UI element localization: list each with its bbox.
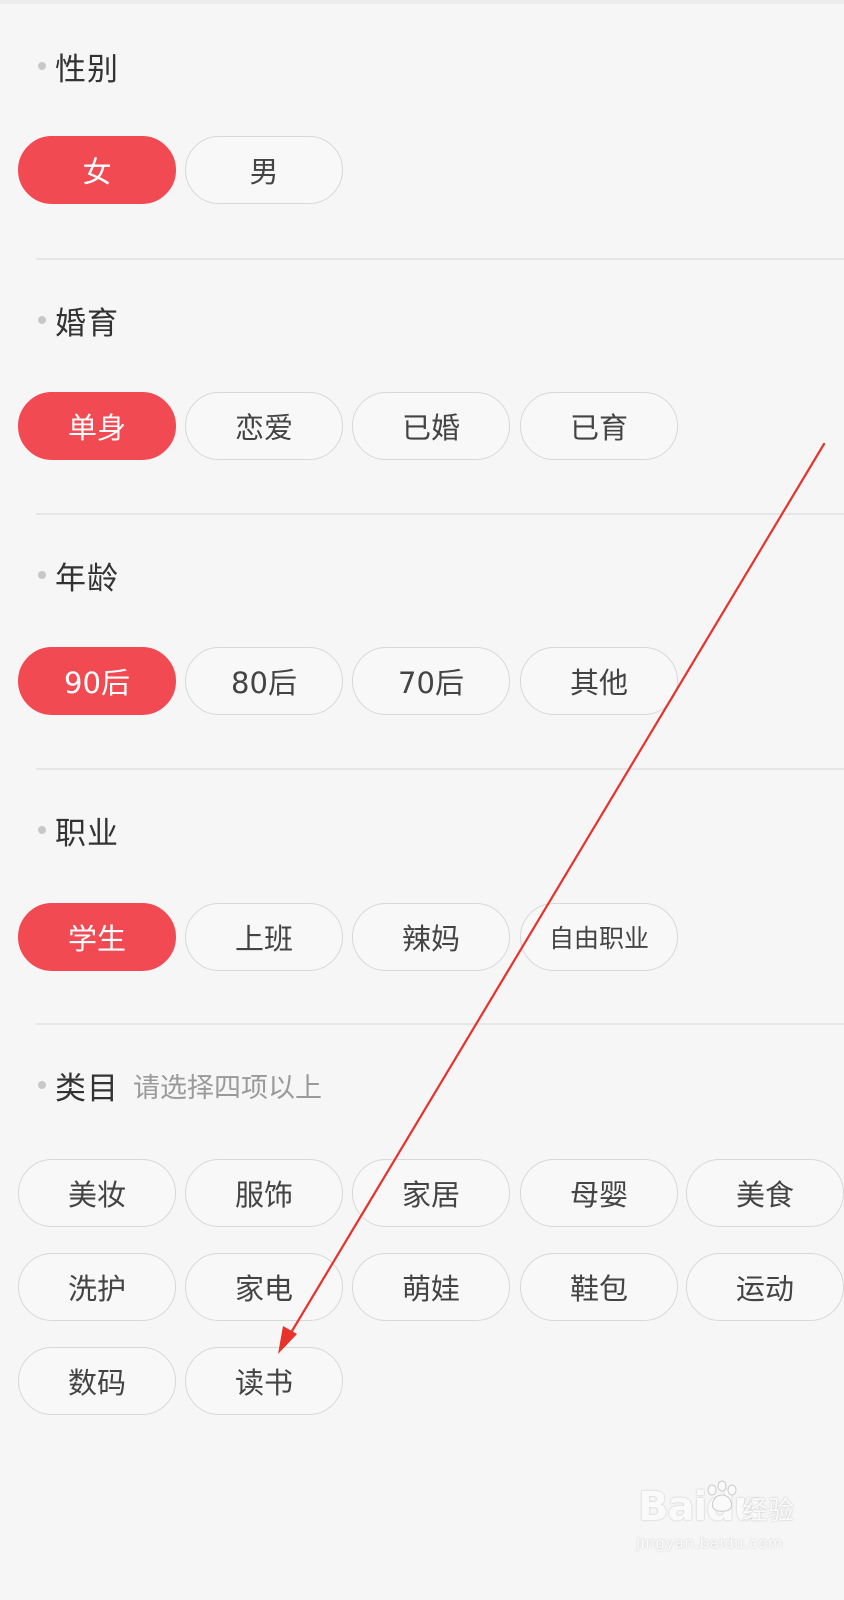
section-title-category: 类目 [55,1070,119,1107]
watermark-cn: 经验 [742,1496,795,1526]
section-title-marital: 婚育 [55,305,119,342]
option-category-shoes-bags[interactable]: 鞋包 [520,1253,678,1321]
option-gender-male[interactable]: 男 [185,136,343,204]
option-category-appliances[interactable]: 家电 [185,1253,343,1321]
watermark-url: jingyan.baidu.com [636,1534,783,1552]
dot-icon [38,1081,46,1089]
section-divider [36,513,844,515]
option-marital-parent[interactable]: 已育 [520,392,678,460]
dot-icon [38,316,46,324]
option-marital-dating[interactable]: 恋爱 [185,392,343,460]
option-category-apparel[interactable]: 服饰 [185,1159,343,1227]
section-heading: 年龄 [38,553,119,597]
option-age-80s[interactable]: 80后 [185,647,343,715]
dot-icon [38,826,46,834]
option-age-70s[interactable]: 70后 [352,647,510,715]
option-age-other[interactable]: 其他 [520,647,678,715]
option-category-baby[interactable]: 母婴 [520,1159,678,1227]
section-title-gender: 性别 [55,51,119,88]
option-category-makeup[interactable]: 美妆 [18,1159,176,1227]
section-heading: 性别 [38,44,119,88]
baidu-watermark: Baidu 经验 jingyan.baidu.com [630,1478,800,1558]
option-category-digital[interactable]: 数码 [18,1347,176,1415]
paw-icon [707,1480,737,1512]
option-category-washcare[interactable]: 洗护 [18,1253,176,1321]
option-age-90s[interactable]: 90后 [18,647,176,715]
option-occupation-office[interactable]: 上班 [185,903,343,971]
option-category-sports[interactable]: 运动 [686,1253,844,1321]
section-divider [36,768,844,770]
section-title-age: 年龄 [55,560,119,597]
section-divider [36,258,844,260]
option-gender-female[interactable]: 女 [18,136,176,204]
section-heading: 职业 [38,808,119,852]
section-title-occupation: 职业 [55,815,119,852]
option-occupation-freelance[interactable]: 自由职业 [520,903,678,971]
option-category-reading[interactable]: 读书 [185,1347,343,1415]
option-marital-married[interactable]: 已婚 [352,392,510,460]
option-occupation-student[interactable]: 学生 [18,903,176,971]
option-category-home[interactable]: 家居 [352,1159,510,1227]
option-category-kids[interactable]: 萌娃 [352,1253,510,1321]
section-heading: 类目 请选择四项以上 [38,1063,322,1107]
top-divider [0,0,844,4]
dot-icon [38,571,46,579]
option-category-food[interactable]: 美食 [686,1159,844,1227]
category-hint: 请选择四项以上 [133,1072,322,1104]
option-occupation-mom[interactable]: 辣妈 [352,903,510,971]
dot-icon [38,62,46,70]
section-heading: 婚育 [38,298,119,342]
option-marital-single[interactable]: 单身 [18,392,176,460]
section-divider [36,1023,844,1025]
